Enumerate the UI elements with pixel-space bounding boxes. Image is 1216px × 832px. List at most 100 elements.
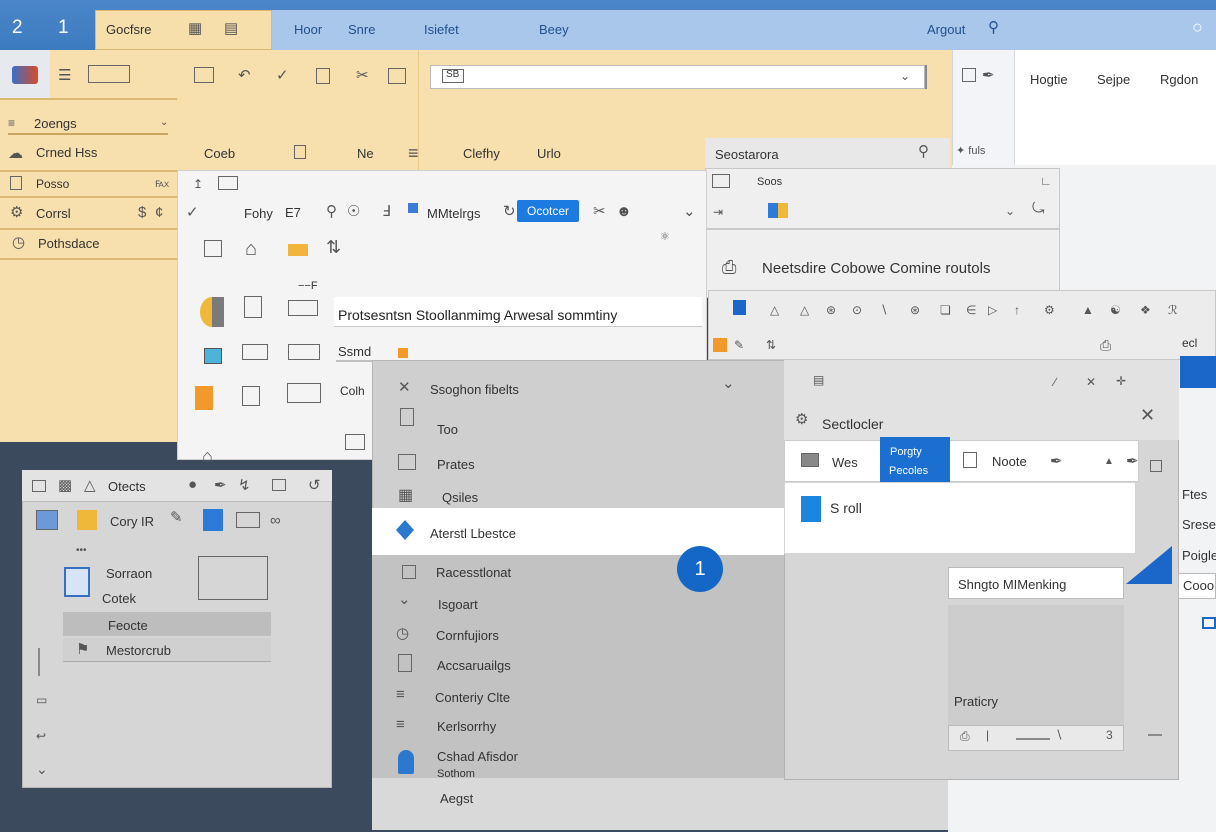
list-item-too[interactable]: Too <box>437 422 458 437</box>
tool-icon-2[interactable]: △ <box>800 304 809 316</box>
pin-icon[interactable] <box>408 203 418 213</box>
tool-icon-3[interactable]: ⊛ <box>826 304 836 316</box>
edit-icon[interactable]: ✒ <box>1050 454 1063 469</box>
tool-icon-9[interactable]: ▷ <box>988 304 997 316</box>
caret-up-icon[interactable]: ▲ <box>1104 457 1114 467</box>
scissors-icon[interactable]: ✂ <box>593 204 606 219</box>
sort-icon[interactable]: ⇅ <box>326 238 341 256</box>
close-x-icon[interactable]: ✕ <box>1086 376 1096 388</box>
list-icon-1[interactable] <box>204 240 222 257</box>
calendar-icon[interactable] <box>242 386 260 406</box>
image-frame-icon[interactable] <box>36 510 58 530</box>
nav-item-4[interactable]: Corrsl <box>36 206 71 221</box>
right-side-2[interactable]: Srese <box>1182 517 1216 532</box>
step-badge[interactable]: 1 <box>677 546 723 592</box>
toolbar-primary-button[interactable]: Ocotcer <box>517 200 579 222</box>
tool-icon-13[interactable]: ☯ <box>1110 304 1121 316</box>
nav-item-1[interactable]: 2oengs <box>34 116 77 131</box>
comment-icon[interactable]: ▭ <box>36 694 47 706</box>
tool-icon-8[interactable]: ∈ <box>966 304 976 316</box>
toolbar-item-1[interactable]: Fohy <box>244 206 273 221</box>
link-icon[interactable]: ℻ <box>155 177 169 189</box>
sketch-chart-icon[interactable] <box>198 556 268 600</box>
tool-icon-4[interactable]: ⊙ <box>852 304 862 316</box>
cut-icon[interactable]: ✂ <box>356 68 369 83</box>
arrow-icon[interactable]: ⇥ <box>713 206 723 218</box>
center-item-2[interactable]: Colh <box>340 384 365 398</box>
list-item-13[interactable]: Aegst <box>440 791 473 806</box>
pin-popup-icon[interactable]: ✛ <box>1116 375 1126 387</box>
minimize-icon[interactable]: ∕ <box>1054 376 1056 388</box>
link-icon[interactable]: ∞ <box>270 513 281 528</box>
tools-icon[interactable]: ✦ fuls <box>956 146 985 157</box>
list-item-9[interactable]: Conteriy Clte <box>435 690 510 705</box>
nav-item-3[interactable]: Posso <box>36 177 69 191</box>
flag-icon[interactable]: ⚑ <box>76 642 89 657</box>
blue-square-icon[interactable] <box>733 300 746 315</box>
right-side-1[interactable]: Ftes <box>1182 487 1207 502</box>
grid-icon[interactable]: ▦ <box>188 21 202 36</box>
grid-small-icon[interactable] <box>288 344 320 360</box>
list-item-7[interactable]: Cornfujiors <box>436 628 499 643</box>
print-small-icon[interactable]: ⎙ <box>1100 338 1111 352</box>
table-insert-icon[interactable] <box>194 67 214 83</box>
cursor-icon[interactable]: ↥ <box>193 178 203 190</box>
image-icon[interactable] <box>204 348 222 364</box>
close-icon[interactable]: ∟ <box>1040 175 1052 187</box>
tool-icon-5[interactable]: ∖ <box>880 304 888 316</box>
paste-icon[interactable] <box>962 68 976 82</box>
brush-icon[interactable]: ✓ <box>276 68 289 83</box>
chevron-down-icon[interactable]: ⌄ <box>683 204 696 219</box>
edit-line-icon[interactable]: ✎ <box>734 339 744 351</box>
undo-icon[interactable]: ↶ <box>238 68 251 83</box>
card-icon[interactable] <box>242 344 268 360</box>
tool-icon-7[interactable]: ❏ <box>940 304 951 316</box>
toolbar-item-2[interactable]: E7 <box>285 205 301 220</box>
home-icon[interactable]: ⌂ <box>245 239 257 259</box>
dollar-icon[interactable]: $ <box>138 205 146 220</box>
lines-icon[interactable] <box>236 512 260 528</box>
filter-icon[interactable]: ● <box>188 477 197 492</box>
print-footer-icon[interactable]: ⎙ <box>960 730 970 742</box>
house-small-icon[interactable]: ⌂ <box>202 447 213 465</box>
right-side-3[interactable]: Poigle <box>1182 548 1216 563</box>
window-icon[interactable] <box>272 479 286 491</box>
orange-block-icon[interactable] <box>195 386 213 410</box>
tool-icon-1[interactable]: △ <box>770 304 779 316</box>
square-icon[interactable] <box>1150 460 1162 472</box>
document-icon-2[interactable] <box>288 300 318 316</box>
center-item-1[interactable]: Ssmd <box>338 344 371 359</box>
orange-square-icon[interactable] <box>713 338 727 352</box>
reply-icon[interactable]: ↩ <box>36 730 46 742</box>
layout-icon[interactable]: ⇅ <box>766 339 776 351</box>
chart-icon[interactable] <box>287 383 321 403</box>
paint-icon[interactable]: ▤ <box>813 374 824 386</box>
pen-icon[interactable]: ✒ <box>982 68 995 83</box>
tab-insert[interactable]: Isiefet <box>424 22 459 37</box>
list-item-12[interactable]: Sothom <box>437 768 475 780</box>
far-tab-1[interactable]: Hogtie <box>1030 72 1068 87</box>
tab-home[interactable]: Hoor <box>294 22 322 37</box>
nav-item-2[interactable]: Crned Hss <box>36 145 97 160</box>
settings-small-icon[interactable]: ⚛ <box>660 232 670 243</box>
branch-icon[interactable]: ↯ <box>238 478 251 493</box>
list-item-11[interactable]: Cshad Afisdor <box>437 749 518 764</box>
tool-icon-6[interactable]: ⊛ <box>910 304 920 316</box>
folder-outline-icon[interactable] <box>32 480 46 492</box>
group-icon[interactable] <box>294 145 306 159</box>
popup-tab-active[interactable] <box>880 437 950 485</box>
list-icon[interactable]: ☰ <box>58 68 71 83</box>
slash-icon[interactable]: ∖ <box>1055 729 1063 741</box>
tool-icon-14[interactable]: ❖ <box>1140 304 1151 316</box>
object-item-selected-bg[interactable] <box>63 612 271 636</box>
list-item-6[interactable]: Isgoart <box>438 597 478 612</box>
pen-tool-icon[interactable]: Ⅎ <box>382 204 391 219</box>
triangle-icon[interactable]: △ <box>84 478 96 493</box>
step-icon[interactable]: 3 <box>1106 729 1113 741</box>
refresh-icon[interactable]: ↻ <box>503 204 516 219</box>
search-input[interactable] <box>430 65 925 89</box>
list-item-8[interactable]: Accsaruailgs <box>437 658 511 673</box>
table-icon[interactable]: ▤ <box>224 21 238 36</box>
blue-small-icon[interactable] <box>1202 617 1216 629</box>
chevron-down-icon[interactable]: ⌄ <box>1005 205 1015 217</box>
